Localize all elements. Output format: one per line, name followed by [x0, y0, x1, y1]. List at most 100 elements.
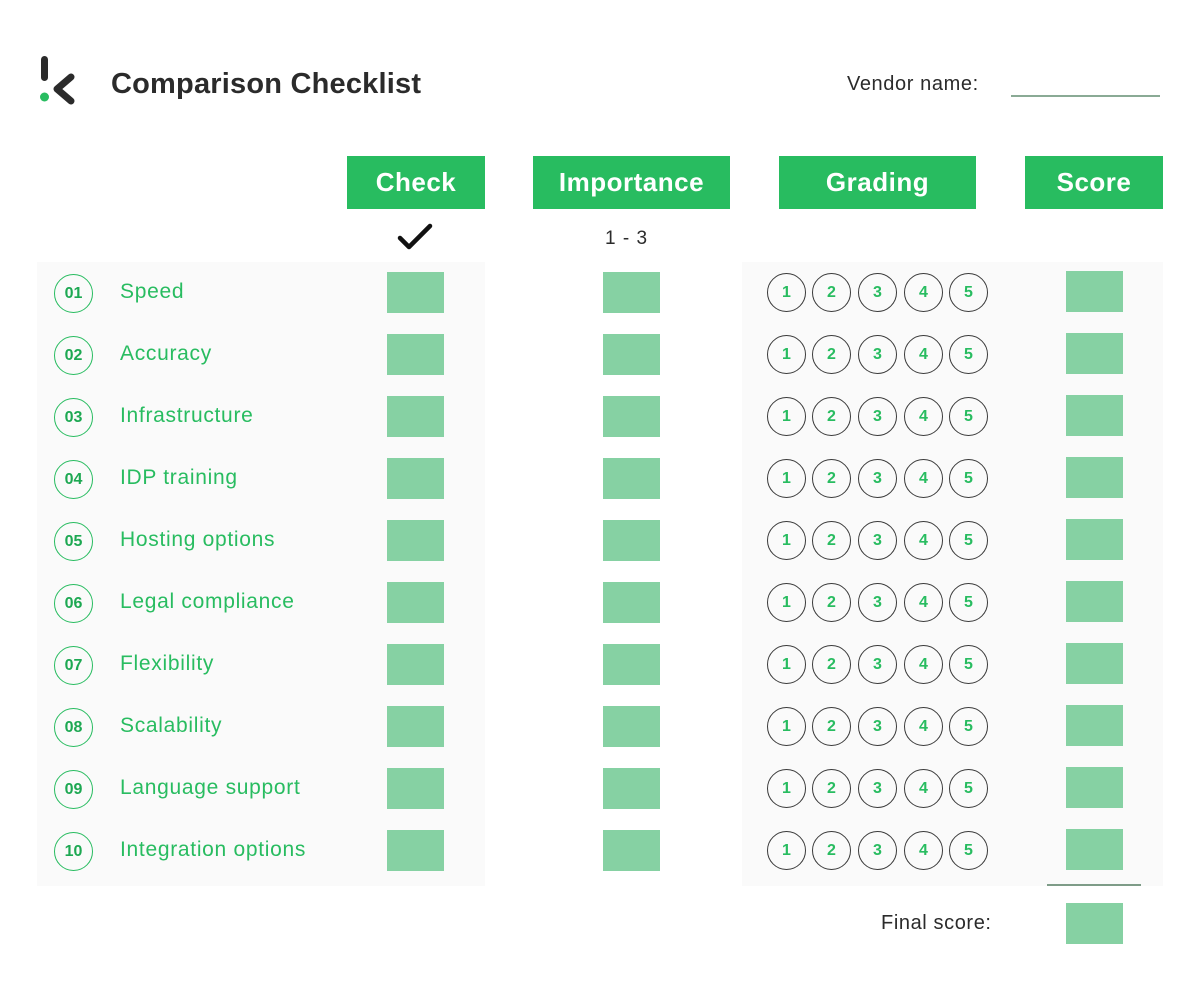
grade-option-2[interactable]: 2	[812, 273, 851, 312]
grade-option-2[interactable]: 2	[812, 645, 851, 684]
grade-option-1[interactable]: 1	[767, 273, 806, 312]
grade-option-4[interactable]: 4	[904, 459, 943, 498]
grade-option-3[interactable]: 3	[858, 831, 897, 870]
final-score-box[interactable]	[1066, 903, 1123, 944]
importance-box[interactable]	[603, 396, 660, 437]
criteria-row: 09 Language support 1 2 3 4 5	[0, 758, 1200, 820]
grade-option-2[interactable]: 2	[812, 335, 851, 374]
importance-box[interactable]	[603, 768, 660, 809]
column-header-grading: Grading	[779, 156, 976, 209]
check-box[interactable]	[387, 830, 444, 871]
grade-option-4[interactable]: 4	[904, 707, 943, 746]
grade-option-4[interactable]: 4	[904, 335, 943, 374]
grade-option-4[interactable]: 4	[904, 273, 943, 312]
grade-option-2[interactable]: 2	[812, 831, 851, 870]
column-header-importance: Importance	[533, 156, 730, 209]
importance-box[interactable]	[603, 644, 660, 685]
grade-option-3[interactable]: 3	[858, 645, 897, 684]
score-divider	[1047, 884, 1141, 886]
score-box[interactable]	[1066, 395, 1123, 436]
grade-option-5[interactable]: 5	[949, 645, 988, 684]
grade-option-3[interactable]: 3	[858, 397, 897, 436]
criteria-number-badge: 03	[54, 398, 93, 437]
grade-option-4[interactable]: 4	[904, 831, 943, 870]
criteria-number-badge: 06	[54, 584, 93, 623]
grade-option-4[interactable]: 4	[904, 583, 943, 622]
grade-option-2[interactable]: 2	[812, 707, 851, 746]
criteria-row: 08 Scalability 1 2 3 4 5	[0, 696, 1200, 758]
check-box[interactable]	[387, 396, 444, 437]
score-box[interactable]	[1066, 519, 1123, 560]
grade-option-4[interactable]: 4	[904, 397, 943, 436]
score-box[interactable]	[1066, 643, 1123, 684]
score-box[interactable]	[1066, 581, 1123, 622]
grade-option-1[interactable]: 1	[767, 769, 806, 808]
grade-option-2[interactable]: 2	[812, 397, 851, 436]
criteria-row: 04 IDP training 1 2 3 4 5	[0, 448, 1200, 510]
grade-option-1[interactable]: 1	[767, 459, 806, 498]
grade-option-3[interactable]: 3	[858, 335, 897, 374]
check-box[interactable]	[387, 706, 444, 747]
check-box[interactable]	[387, 334, 444, 375]
grade-option-2[interactable]: 2	[812, 521, 851, 560]
score-box[interactable]	[1066, 767, 1123, 808]
grade-option-5[interactable]: 5	[949, 831, 988, 870]
grade-option-5[interactable]: 5	[949, 397, 988, 436]
score-box[interactable]	[1066, 705, 1123, 746]
importance-box[interactable]	[603, 830, 660, 871]
criteria-number-badge: 02	[54, 336, 93, 375]
grade-option-2[interactable]: 2	[812, 459, 851, 498]
check-box[interactable]	[387, 520, 444, 561]
importance-box[interactable]	[603, 272, 660, 313]
score-box[interactable]	[1066, 333, 1123, 374]
check-box[interactable]	[387, 458, 444, 499]
criteria-number-badge: 01	[54, 274, 93, 313]
grade-option-5[interactable]: 5	[949, 273, 988, 312]
importance-box[interactable]	[603, 334, 660, 375]
grade-option-3[interactable]: 3	[858, 521, 897, 560]
check-box[interactable]	[387, 768, 444, 809]
score-box[interactable]	[1066, 271, 1123, 312]
grade-option-5[interactable]: 5	[949, 521, 988, 560]
grade-option-3[interactable]: 3	[858, 769, 897, 808]
grade-option-5[interactable]: 5	[949, 707, 988, 746]
importance-box[interactable]	[603, 458, 660, 499]
grade-option-4[interactable]: 4	[904, 521, 943, 560]
criteria-label: Language support	[120, 776, 301, 799]
checkmark-icon	[397, 223, 433, 250]
grade-option-1[interactable]: 1	[767, 831, 806, 870]
grade-option-3[interactable]: 3	[858, 707, 897, 746]
grade-option-5[interactable]: 5	[949, 335, 988, 374]
grade-option-5[interactable]: 5	[949, 459, 988, 498]
grade-option-4[interactable]: 4	[904, 645, 943, 684]
check-box[interactable]	[387, 582, 444, 623]
k-logo-icon	[40, 56, 75, 105]
grade-option-1[interactable]: 1	[767, 521, 806, 560]
grade-option-2[interactable]: 2	[812, 769, 851, 808]
score-box[interactable]	[1066, 829, 1123, 870]
criteria-label: Integration options	[120, 838, 307, 861]
grade-option-1[interactable]: 1	[767, 335, 806, 374]
vendor-name-field[interactable]	[1011, 95, 1160, 97]
importance-range-label: 1 - 3	[605, 228, 649, 249]
grade-option-1[interactable]: 1	[767, 707, 806, 746]
grade-option-5[interactable]: 5	[949, 583, 988, 622]
grade-option-1[interactable]: 1	[767, 397, 806, 436]
grade-option-4[interactable]: 4	[904, 769, 943, 808]
criteria-row: 02 Accuracy 1 2 3 4 5	[0, 324, 1200, 386]
importance-box[interactable]	[603, 520, 660, 561]
vendor-name-label: Vendor name:	[847, 73, 979, 95]
check-box[interactable]	[387, 644, 444, 685]
criteria-label: Flexibility	[120, 652, 215, 675]
grade-option-3[interactable]: 3	[858, 459, 897, 498]
importance-box[interactable]	[603, 706, 660, 747]
grade-option-1[interactable]: 1	[767, 583, 806, 622]
grade-option-3[interactable]: 3	[858, 583, 897, 622]
score-box[interactable]	[1066, 457, 1123, 498]
grade-option-3[interactable]: 3	[858, 273, 897, 312]
grade-option-2[interactable]: 2	[812, 583, 851, 622]
grade-option-5[interactable]: 5	[949, 769, 988, 808]
check-box[interactable]	[387, 272, 444, 313]
importance-box[interactable]	[603, 582, 660, 623]
grade-option-1[interactable]: 1	[767, 645, 806, 684]
